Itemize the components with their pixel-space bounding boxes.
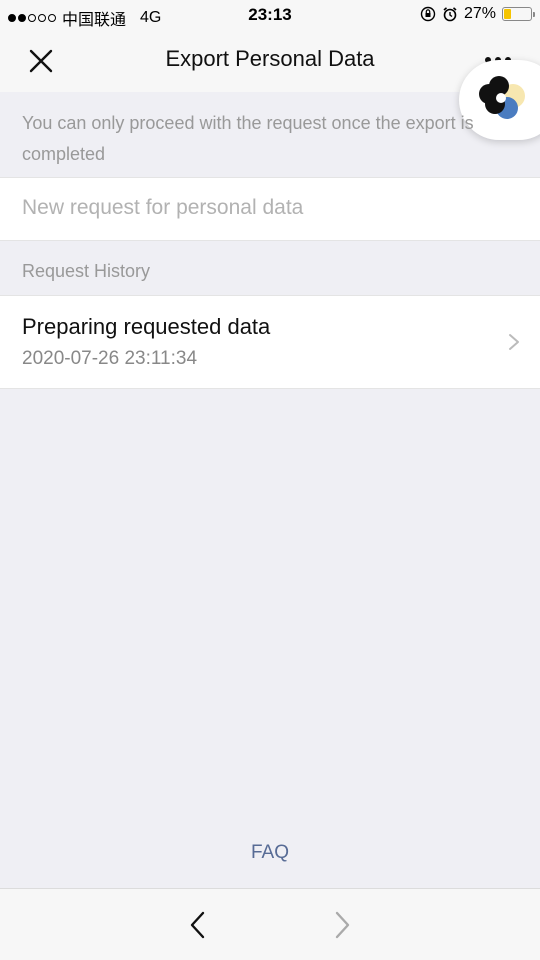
chevron-left-icon [190, 911, 205, 939]
alarm-icon [443, 7, 457, 22]
page-title: Export Personal Data [165, 46, 375, 71]
back-button[interactable] [184, 909, 212, 941]
new-request-label: New request for personal data [22, 196, 304, 219]
request-history-header: Request History [22, 261, 151, 281]
forward-button [328, 909, 356, 941]
faq-link[interactable]: FAQ [0, 842, 540, 864]
battery-fill [504, 9, 512, 19]
chevron-right-icon [335, 911, 350, 939]
battery-percent: 27% [463, 5, 496, 22]
history-item[interactable]: Preparing requested data 2020-07-26 23:1… [0, 295, 540, 389]
browser-toolbar [0, 888, 540, 960]
battery-icon [502, 7, 535, 21]
history-item-timestamp: 2020-07-26 23:11:34 [22, 348, 198, 369]
export-notice: You can only proceed with the request on… [22, 113, 474, 164]
history-item-title: Preparing requested data [22, 314, 271, 339]
orientation-lock-icon [420, 6, 436, 22]
status-right: 27% [420, 5, 535, 23]
chevron-right-icon [509, 334, 519, 350]
nav-bar: Export Personal Data [0, 30, 540, 92]
status-bar: 中国联通 4G 23:13 27% [0, 0, 540, 30]
new-request-button[interactable]: New request for personal data [0, 177, 540, 241]
